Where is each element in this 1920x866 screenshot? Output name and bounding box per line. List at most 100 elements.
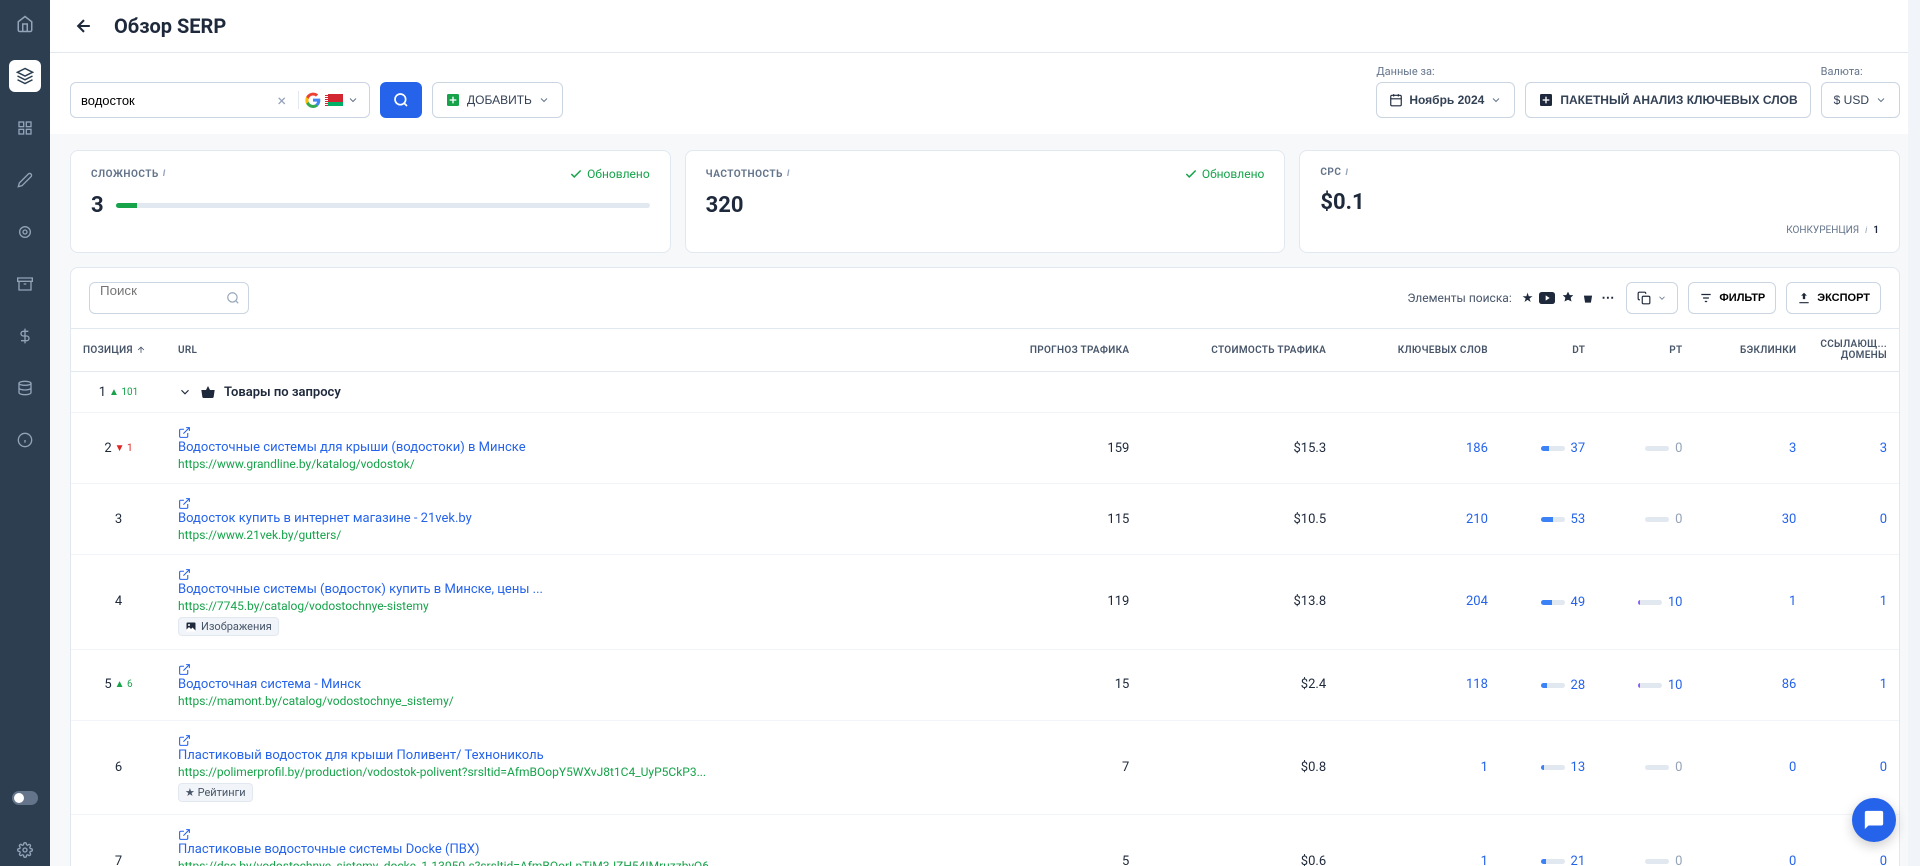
position-cell: 5 ▲ 6: [104, 677, 132, 692]
vertical-scrollbar[interactable]: [1908, 0, 1920, 866]
external-link-icon[interactable]: [178, 426, 191, 439]
card-label: СЛОЖНОСТЬ i: [91, 169, 166, 180]
col-pt[interactable]: PT: [1597, 329, 1694, 372]
nav-edit[interactable]: [9, 164, 41, 196]
result-title[interactable]: Водосточные системы (водосток) купить в …: [178, 582, 954, 597]
back-button[interactable]: [70, 12, 98, 40]
date-select[interactable]: Ноябрь 2024: [1376, 82, 1515, 118]
result-title[interactable]: Водосток купить в интернет магазине - 21…: [178, 511, 954, 526]
info-icon[interactable]: i: [787, 169, 790, 179]
nav-home[interactable]: [9, 8, 41, 40]
external-link-icon[interactable]: [178, 734, 191, 747]
table-search-input[interactable]: [100, 283, 220, 298]
backlinks-link[interactable]: 86: [1782, 677, 1797, 692]
keywords-link[interactable]: 186: [1466, 441, 1488, 456]
result-url[interactable]: https://7745.by/catalog/vodostochnye-sis…: [178, 599, 954, 613]
export-button[interactable]: ЭКСПОРТ: [1786, 282, 1881, 314]
result-url[interactable]: https://polimerprofil.by/production/vodo…: [178, 765, 954, 779]
backlinks-link[interactable]: 30: [1782, 512, 1797, 527]
info-icon[interactable]: i: [1345, 168, 1348, 178]
keywords-link[interactable]: 1: [1481, 854, 1488, 866]
nav-settings[interactable]: [9, 834, 41, 866]
keywords-link[interactable]: 204: [1466, 594, 1488, 609]
chevron-down-icon[interactable]: [178, 385, 192, 399]
result-url[interactable]: https://www.grandline.by/katalog/vodosto…: [178, 457, 954, 471]
external-link-icon[interactable]: [178, 828, 191, 841]
youtube-icon[interactable]: [1539, 292, 1555, 304]
backlinks-link[interactable]: 1: [1789, 594, 1796, 609]
pt-cell: 0: [1645, 441, 1682, 456]
filter-button[interactable]: ФИЛЬТР: [1688, 282, 1776, 314]
info-icon[interactable]: i: [163, 169, 166, 179]
card-volume: ЧАСТОТНОСТЬ i Обновлено 320: [685, 150, 1286, 253]
nav-db[interactable]: [9, 372, 41, 404]
copy-button[interactable]: [1626, 282, 1678, 314]
serp-feature-tag: ★ Рейтинги: [178, 783, 253, 802]
nav-target[interactable]: [9, 216, 41, 248]
competition-value: 1: [1873, 225, 1879, 236]
keywords-link[interactable]: 118: [1466, 677, 1488, 692]
keyword-search[interactable]: ×: [70, 82, 370, 118]
nav-dollar[interactable]: [9, 320, 41, 352]
chevron-down-icon: [1490, 94, 1502, 106]
ref-domains-link[interactable]: 1: [1880, 594, 1887, 609]
ref-domains-link[interactable]: 0: [1880, 512, 1887, 527]
nav-archive[interactable]: [9, 268, 41, 300]
ref-domains-link[interactable]: 3: [1880, 441, 1887, 456]
col-traffic-cost[interactable]: СТОИМОСТЬ ТРАФИКА: [1141, 329, 1338, 372]
external-link-icon[interactable]: [178, 497, 191, 510]
add-button[interactable]: ДОБАВИТЬ: [432, 82, 563, 118]
result-title[interactable]: Пластиковый водосток для крыши Поливент/…: [178, 748, 954, 763]
nav-layers[interactable]: [9, 60, 41, 92]
table-search[interactable]: [89, 282, 249, 314]
external-link-icon[interactable]: [178, 663, 191, 676]
result-title[interactable]: Водосточная система - Минск: [178, 677, 954, 692]
nav-grid[interactable]: [9, 112, 41, 144]
chat-fab[interactable]: [1852, 798, 1896, 842]
col-position[interactable]: ПОЗИЦИЯ: [71, 329, 166, 372]
result-title[interactable]: Пластиковые водосточные системы Docke (П…: [178, 842, 954, 857]
more-icon[interactable]: ⋯: [1601, 291, 1616, 306]
nav-toggle[interactable]: [9, 782, 41, 814]
col-dt[interactable]: DT: [1500, 329, 1597, 372]
info-icon[interactable]: i: [1865, 226, 1867, 236]
result-url[interactable]: https://www.21vek.by/gutters/: [178, 528, 954, 542]
basket-icon[interactable]: [1581, 291, 1595, 305]
ref-domains-link[interactable]: 1: [1880, 677, 1887, 692]
external-link-icon[interactable]: [178, 568, 191, 581]
result-url[interactable]: https://mamont.by/catalog/vodostochnye_s…: [178, 694, 954, 708]
search-button[interactable]: [380, 82, 422, 118]
result-title[interactable]: Водосточные системы для крыши (водостоки…: [178, 440, 954, 455]
result-url[interactable]: https://dsc.by/vodostochnye_sistemy_dock…: [178, 859, 954, 866]
cost-cell: $0.6: [1141, 814, 1338, 866]
position-cell: 2 ▼ 1: [104, 441, 132, 456]
status-updated: Обновлено: [569, 167, 649, 181]
keyword-input[interactable]: [81, 93, 271, 108]
nav-info[interactable]: [9, 424, 41, 456]
shopping-icon[interactable]: [1561, 291, 1575, 305]
currency-select[interactable]: $ USD: [1821, 82, 1900, 118]
traffic-cell: 5: [966, 814, 1141, 866]
table-group-row[interactable]: 1 ▲ 101 Товары по запросу: [71, 372, 1899, 413]
backlinks-link[interactable]: 0: [1789, 760, 1796, 775]
col-ref-domains[interactable]: ССЫЛАЮЩ... ДОМЕНЫ: [1808, 329, 1899, 372]
col-url[interactable]: URL: [166, 329, 966, 372]
col-backlinks[interactable]: БЭКЛИНКИ: [1694, 329, 1808, 372]
cost-cell: $0.8: [1141, 720, 1338, 814]
keywords-link[interactable]: 210: [1466, 512, 1488, 527]
pt-cell: 0: [1645, 760, 1682, 775]
volume-value: 320: [706, 193, 744, 218]
star-icon[interactable]: ★: [1522, 291, 1534, 306]
batch-analysis-button[interactable]: ПАКЕТНЫЙ АНАЛИЗ КЛЮЧЕВЫХ СЛОВ: [1525, 82, 1810, 118]
keywords-link[interactable]: 1: [1481, 760, 1488, 775]
chevron-down-icon: [538, 94, 550, 106]
backlinks-link[interactable]: 0: [1789, 854, 1796, 866]
clear-icon[interactable]: ×: [271, 91, 292, 110]
position-cell: 6: [115, 760, 122, 775]
col-traffic[interactable]: ПРОГНОЗ ТРАФИКА: [966, 329, 1141, 372]
ref-domains-link[interactable]: 0: [1880, 854, 1887, 866]
engine-region-select[interactable]: [305, 92, 359, 108]
backlinks-link[interactable]: 3: [1789, 441, 1796, 456]
ref-domains-link[interactable]: 0: [1880, 760, 1887, 775]
col-keywords[interactable]: КЛЮЧЕВЫХ СЛОВ: [1338, 329, 1500, 372]
